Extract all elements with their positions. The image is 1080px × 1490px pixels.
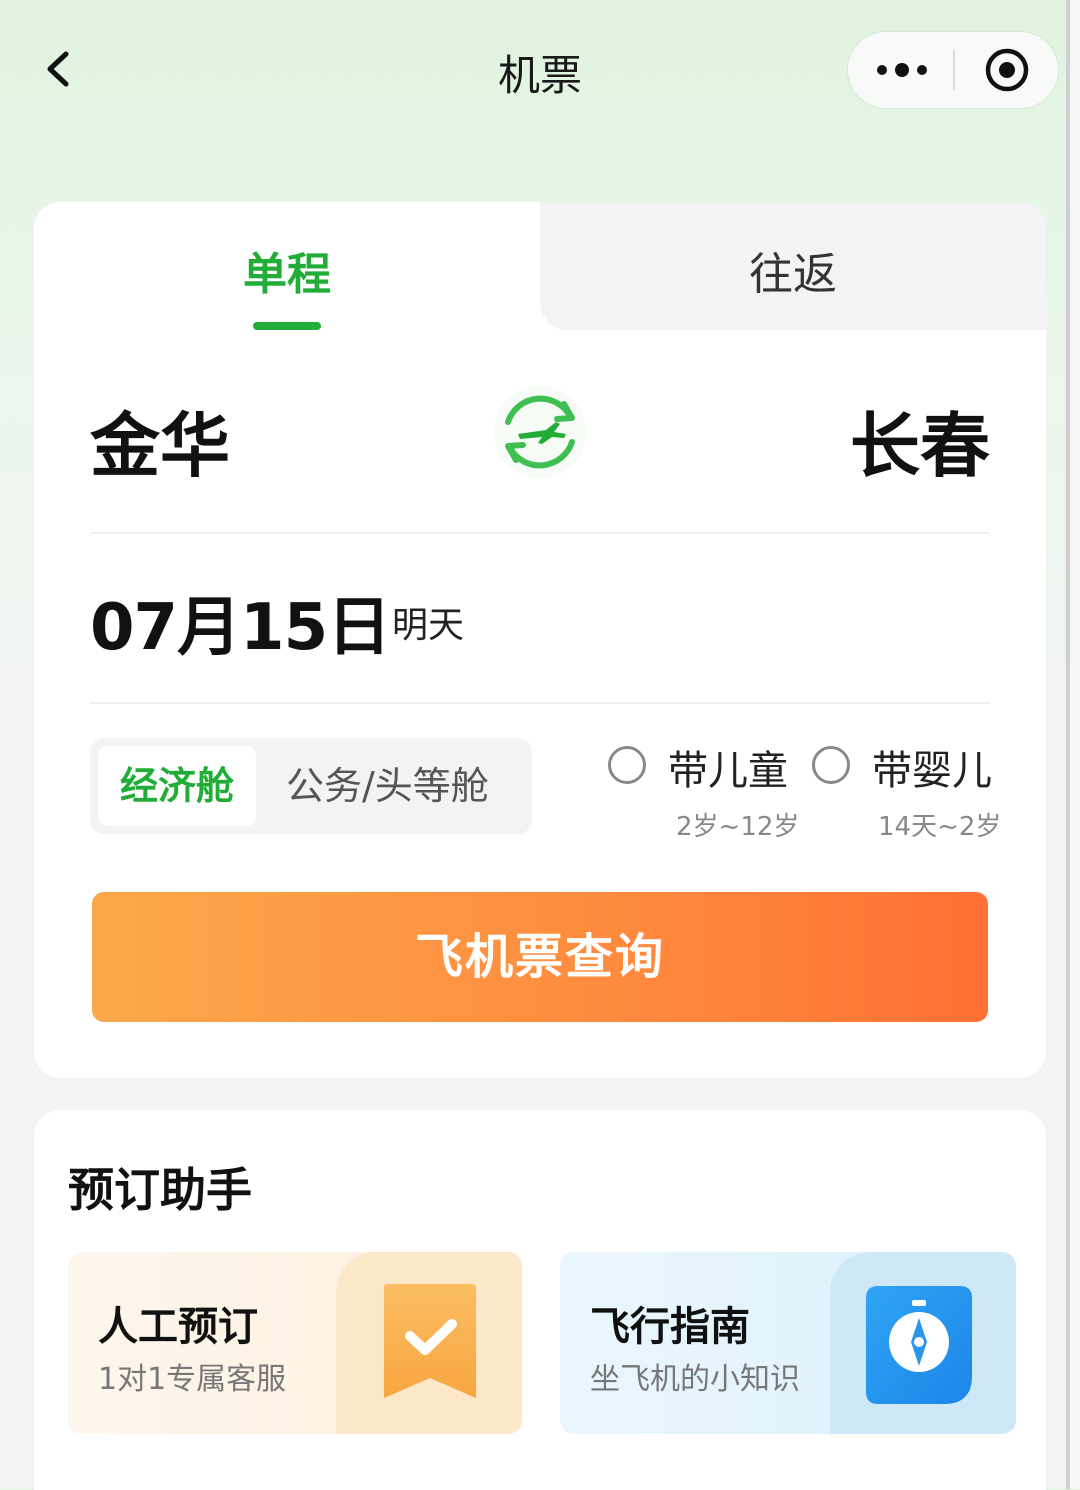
tile-title: 人工预订 (98, 1304, 258, 1350)
flight-search-card: 单程 往返 金华 长春 07月15日 明天 经济舱 公务/头等舱 带儿童 2岁~… (34, 202, 1046, 1078)
tile-subtitle: 坐飞机的小知识 (590, 1362, 800, 1397)
manual-booking-tile[interactable]: 人工预订 1对1专属客服 (68, 1252, 522, 1434)
compass-icon (864, 1284, 974, 1406)
section-title: 预订助手 (68, 1163, 252, 1217)
child-age-range: 2岁~12岁 (676, 812, 800, 842)
checkmark-ribbon-icon (380, 1282, 480, 1402)
infant-age-range: 14天~2岁 (878, 812, 1002, 842)
tab-oneway[interactable]: 单程 (34, 238, 540, 302)
tab-roundtrip[interactable]: 往返 (540, 238, 1046, 302)
divider (90, 702, 990, 704)
tile-title: 飞行指南 (590, 1304, 750, 1350)
child-radio[interactable] (608, 746, 646, 784)
navigation-bar: 机票 (0, 0, 1080, 140)
infant-radio[interactable] (812, 746, 850, 784)
departure-city[interactable]: 金华 (90, 390, 230, 491)
child-label: 带儿童 (668, 748, 788, 794)
tile-subtitle: 1对1专属客服 (98, 1362, 287, 1397)
cabin-business-first[interactable]: 公务/头等舱 (286, 738, 489, 834)
close-target-icon[interactable] (983, 46, 1031, 94)
cabin-selector: 经济舱 公务/头等舱 (90, 738, 532, 834)
departure-date[interactable]: 07月15日 (90, 576, 391, 668)
booking-assistant-card: 预订助手 人工预订 1对1专属客服 飞行指南 坐飞机的小知识 (34, 1110, 1046, 1490)
arrival-city[interactable]: 长春 (850, 390, 990, 491)
scrollbar[interactable] (1066, 0, 1080, 1489)
tab-active-indicator (253, 322, 321, 330)
flight-guide-tile[interactable]: 飞行指南 坐飞机的小知识 (560, 1252, 1016, 1434)
date-hint: 明天 (392, 605, 465, 646)
swap-cities-icon[interactable] (490, 382, 590, 482)
cabin-economy[interactable]: 经济舱 (98, 746, 256, 826)
capsule-divider (953, 50, 955, 90)
mini-program-capsule (848, 32, 1058, 108)
divider (90, 532, 990, 534)
cabin-economy-label: 经济舱 (119, 764, 234, 808)
search-flights-button[interactable]: 飞机票查询 (92, 892, 988, 1022)
more-icon[interactable] (872, 50, 932, 90)
infant-label: 带婴儿 (872, 748, 992, 794)
